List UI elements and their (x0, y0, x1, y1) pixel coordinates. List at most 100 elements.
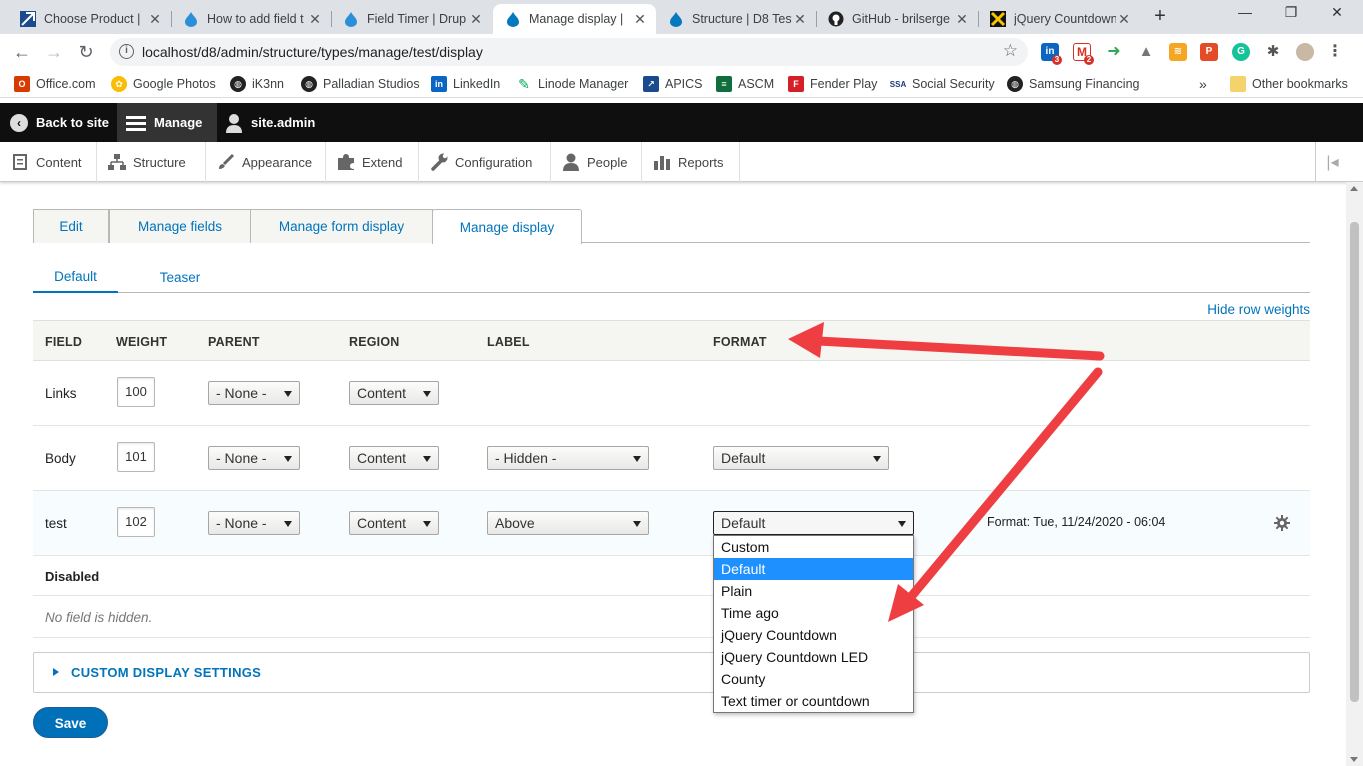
profile-avatar[interactable] (1296, 43, 1314, 61)
menu-reports[interactable]: Reports (642, 142, 740, 182)
region-select[interactable]: Content (349, 511, 439, 535)
pdf-extension-icon[interactable]: P (1200, 43, 1218, 61)
dropdown-option[interactable]: Custom (714, 536, 913, 558)
dropdown-option[interactable]: Plain (714, 580, 913, 602)
close-icon[interactable]: ✕ (632, 11, 648, 28)
dropdown-option[interactable]: County (714, 668, 913, 690)
label-select[interactable]: Above (487, 511, 649, 535)
weight-input[interactable]: 101 (117, 442, 155, 472)
bookmark-apics[interactable]: ↗ APICS (643, 75, 703, 93)
collapse-tray-icon[interactable]: |◂ (1315, 142, 1349, 182)
field-name: Links (45, 386, 77, 401)
gear-icon[interactable] (1274, 515, 1290, 531)
bookmark-star-icon[interactable]: ☆ (1003, 41, 1018, 61)
dropdown-option[interactable]: Text timer or countdown (714, 690, 913, 712)
dropdown-option-selected[interactable]: Default (714, 558, 913, 580)
dropdown-option[interactable]: jQuery Countdown (714, 624, 913, 646)
format-select[interactable]: Default (713, 446, 889, 470)
window-close-icon[interactable]: ✕ (1315, 4, 1359, 28)
rss-extension-icon[interactable]: ≋ (1169, 43, 1187, 61)
save-button[interactable]: Save (33, 707, 108, 738)
minimize-icon[interactable]: — (1223, 4, 1267, 28)
address-bar[interactable]: i localhost/d8/admin/structure/types/man… (110, 38, 1028, 66)
drive-extension-icon[interactable]: ▲ (1137, 43, 1155, 61)
browser-tab-manage-display[interactable]: Manage display | ✕ (493, 4, 656, 34)
browser-tab-choose-product[interactable]: Choose Product | ✕ (8, 4, 171, 34)
extensions-puzzle-icon[interactable]: ✱ (1264, 43, 1282, 61)
menu-structure[interactable]: Structure (97, 142, 206, 182)
parent-select[interactable]: - None - (208, 446, 300, 470)
region-select[interactable]: Content (349, 446, 439, 470)
menu-people[interactable]: People (551, 142, 642, 182)
weight-input[interactable]: 102 (117, 507, 155, 537)
browser-tab-jquery-countdown[interactable]: jQuery Countdown ✕ (978, 4, 1140, 34)
bookmarks-bar: O Office.com ✿ Google Photos ◍ iK3nn ◍ Palla… (0, 70, 1363, 98)
scroll-up-icon[interactable] (1350, 186, 1358, 191)
back-to-site-link[interactable]: ‹ Back to site (10, 103, 109, 142)
bookmark-ik3nn[interactable]: ◍ iK3nn (230, 75, 284, 93)
browser-tab-structure[interactable]: Structure | D8 Test ✕ (656, 4, 816, 34)
reload-icon[interactable]: ↻ (74, 40, 98, 64)
tab-manage-fields[interactable]: Manage fields (109, 209, 251, 243)
manage-menu-button[interactable]: Manage (117, 103, 217, 142)
bookmark-palladian[interactable]: ◍ Palladian Studios (301, 75, 420, 93)
format-select[interactable]: Default (713, 511, 914, 535)
close-icon[interactable]: ✕ (1116, 11, 1132, 28)
browser-tab-github[interactable]: GitHub - brilserge ✕ (816, 4, 978, 34)
menu-extend[interactable]: Extend (326, 142, 419, 182)
close-icon[interactable]: ✕ (147, 11, 163, 28)
menu-appearance[interactable]: Appearance (206, 142, 326, 182)
close-icon[interactable]: ✕ (792, 11, 808, 28)
bookmark-ascm[interactable]: ≡ ASCM (716, 75, 774, 93)
tab-default[interactable]: Default (33, 262, 118, 293)
bookmark-linode[interactable]: ✎ Linode Manager (516, 75, 628, 93)
other-bookmarks[interactable]: Other bookmarks (1230, 75, 1348, 93)
green-arrow-extension-icon[interactable]: ➜ (1105, 43, 1123, 61)
region-select[interactable]: Content (349, 381, 439, 405)
close-icon[interactable]: ✕ (468, 11, 484, 28)
tab-manage-display[interactable]: Manage display (432, 209, 582, 244)
user-menu-button[interactable]: site.admin (225, 103, 315, 142)
browser-menu-icon[interactable]: ⋮ (1326, 43, 1344, 61)
scrollbar-thumb[interactable] (1350, 222, 1359, 702)
table-row: Links 100 - None - Content (33, 361, 1310, 426)
weight-input[interactable]: 100 (117, 377, 155, 407)
grammarly-extension-icon[interactable]: G (1232, 43, 1250, 61)
hide-row-weights-link[interactable]: Hide row weights (1207, 302, 1310, 317)
info-icon[interactable]: i (119, 44, 134, 59)
new-tab-button[interactable]: + (1150, 6, 1170, 28)
chevron-down-icon (898, 521, 906, 527)
bookmark-linkedin[interactable]: in LinkedIn (431, 75, 500, 93)
bookmark-social-security[interactable]: SSA Social Security (890, 75, 995, 93)
browser-tab-title: How to add field t (207, 12, 304, 26)
back-arrow-icon[interactable]: ← (10, 40, 34, 64)
label-select[interactable]: - Hidden - (487, 446, 649, 470)
tab-teaser[interactable]: Teaser (133, 262, 227, 293)
parent-select[interactable]: - None - (208, 381, 300, 405)
bookmark-label: Google Photos (133, 77, 216, 91)
parent-select[interactable]: - None - (208, 511, 300, 535)
browser-tab-field-timer[interactable]: Field Timer | Drup ✕ (331, 4, 492, 34)
bookmark-samsung[interactable]: ◍ Samsung Financing (1007, 75, 1139, 93)
bookmark-google-photos[interactable]: ✿ Google Photos (111, 75, 216, 93)
tab-edit[interactable]: Edit (33, 209, 109, 243)
bookmarks-overflow[interactable]: » (1199, 75, 1207, 93)
page-scrollbar[interactable] (1346, 182, 1363, 766)
restore-icon[interactable]: ❐ (1269, 4, 1313, 28)
dropdown-option[interactable]: Time ago (714, 602, 913, 624)
scroll-down-icon[interactable] (1350, 757, 1358, 762)
menu-content[interactable]: Content (0, 142, 97, 182)
tab-manage-form-display[interactable]: Manage form display (250, 209, 433, 243)
url-text[interactable]: localhost/d8/admin/structure/types/manag… (142, 44, 483, 60)
forward-arrow-icon[interactable]: → (42, 40, 66, 64)
close-icon[interactable]: ✕ (954, 11, 970, 28)
bookmark-label: Office.com (36, 77, 96, 91)
dropdown-option[interactable]: jQuery Countdown LED (714, 646, 913, 668)
browser-tab-how-to-add-field[interactable]: How to add field t ✕ (171, 4, 331, 34)
column-header: FORMAT (713, 335, 767, 349)
close-icon[interactable]: ✕ (307, 11, 323, 28)
bookmark-fender[interactable]: F Fender Play (788, 75, 877, 93)
custom-display-settings[interactable]: CUSTOM DISPLAY SETTINGS (33, 652, 1310, 693)
bookmark-office[interactable]: O Office.com (14, 75, 96, 93)
menu-configuration[interactable]: Configuration (419, 142, 551, 182)
